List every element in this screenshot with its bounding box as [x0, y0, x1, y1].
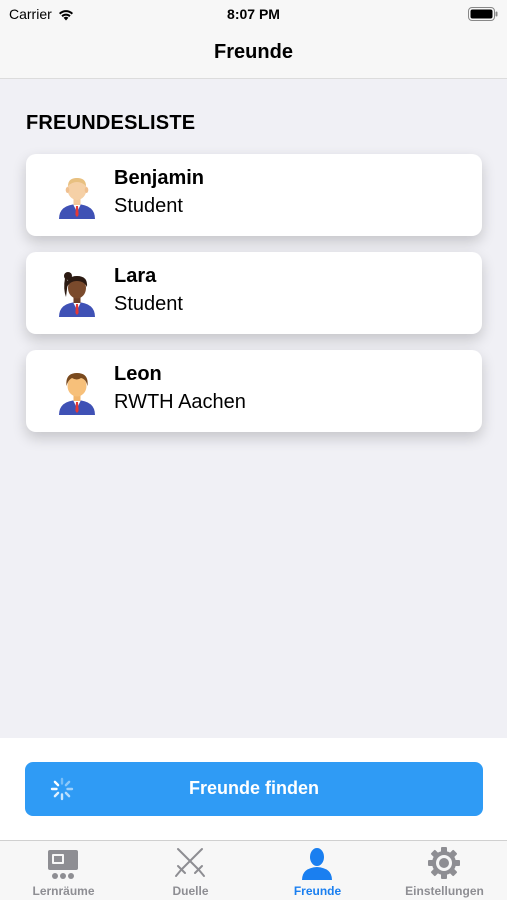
status-bar: Carrier 8:07 PM — [0, 0, 507, 30]
friend-subtitle: Student — [114, 195, 183, 217]
status-time: 8:07 PM — [227, 6, 280, 22]
brown-hair-man-avatar-icon — [59, 373, 95, 415]
friend-subtitle: Student — [114, 293, 183, 315]
lernraeume-icon — [48, 850, 78, 879]
friend-card-benjamin[interactable]: Benjamin Student — [26, 154, 482, 236]
section-header-friends-list: FREUNDESLISTE — [26, 112, 196, 134]
friend-card-leon[interactable]: Leon RWTH Aachen — [26, 350, 482, 432]
friend-name: Lara — [114, 265, 157, 287]
tab-duelle[interactable]: Duelle — [127, 841, 254, 900]
person-icon — [302, 848, 332, 880]
tab-freunde[interactable]: Freunde — [254, 841, 381, 900]
bald-man-avatar-icon — [59, 178, 95, 219]
navigation-bar: Freunde — [0, 30, 507, 79]
tab-label: Freunde — [293, 884, 342, 898]
find-friends-button[interactable]: Freunde finden — [25, 762, 483, 816]
woman-ponytail-avatar-icon — [59, 272, 95, 317]
tab-label: Duelle — [172, 884, 209, 898]
tab-label: Einstellungen — [405, 884, 484, 898]
friend-name: Benjamin — [114, 167, 205, 189]
tab-einstellungen[interactable]: Einstellungen — [381, 841, 507, 900]
friend-subtitle: RWTH Aachen — [114, 391, 246, 413]
friend-card-lara[interactable]: Lara Student — [26, 252, 482, 334]
friend-name: Leon — [114, 363, 162, 385]
tab-lernraeume[interactable]: Lernräume — [0, 841, 127, 900]
tab-label: Lernräume — [32, 884, 95, 898]
crossed-swords-icon — [175, 848, 205, 877]
page-title: Freunde — [214, 41, 293, 63]
gear-icon — [428, 847, 460, 879]
battery-icon — [468, 7, 498, 21]
find-friends-label: Freunde finden — [189, 778, 319, 798]
tab-bar: Lernräume Duelle Freunde Einstellungen — [0, 840, 507, 900]
